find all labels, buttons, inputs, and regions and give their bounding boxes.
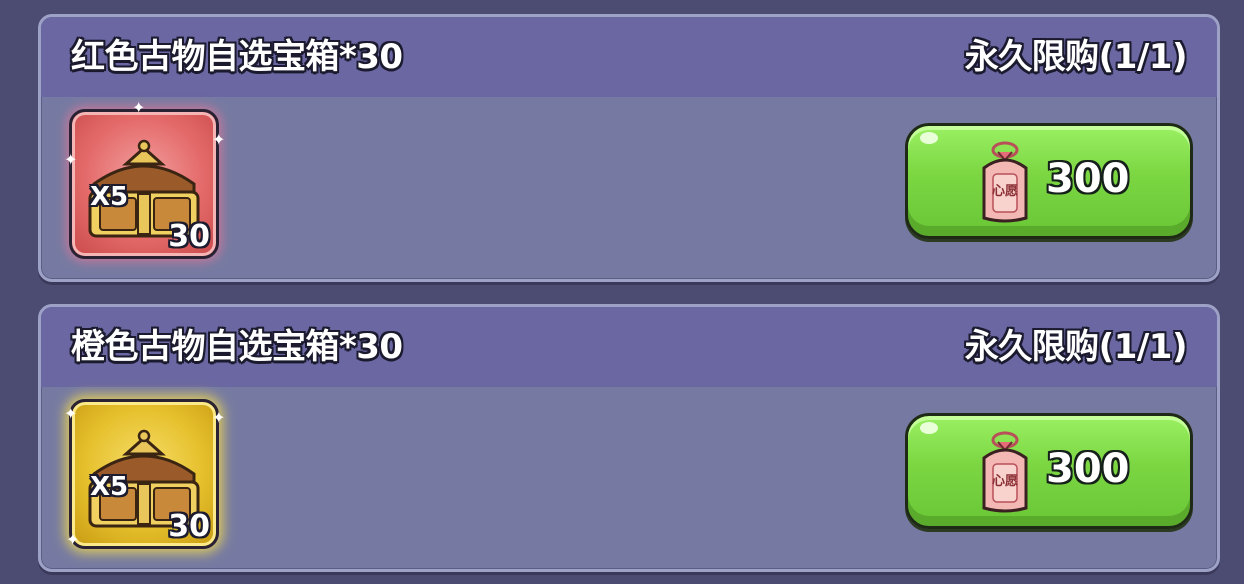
item-quantity: 30 [168, 509, 210, 544]
item-icon-frame[interactable]: ✦ ✦ ✦ X5 30 [64, 399, 225, 549]
price-label: 300 [1046, 446, 1130, 492]
sparkle-icon: ✦ [212, 130, 226, 149]
item-icon-frame[interactable]: ✦ ✦ ✦ X5 30 [64, 100, 225, 259]
buy-button[interactable]: 心愿 300 [905, 123, 1193, 239]
purchase-limit: 永久限购(1/1) [964, 327, 1188, 367]
wish-token-icon [982, 431, 1028, 513]
item-title: 橙色古物自选宝箱*30 [71, 327, 403, 367]
purchase-limit: 永久限购(1/1) [964, 37, 1188, 77]
multiplier-badge: X5 [90, 472, 129, 502]
sparkle-icon: ✦ [132, 98, 146, 117]
wish-token-label: 心愿 [991, 474, 1018, 489]
buy-button[interactable]: 心愿 300 [905, 413, 1193, 529]
card-header: 红色古物自选宝箱*30 永久限购(1/1) [41, 17, 1217, 97]
card-header: 橙色古物自选宝箱*30 永久限购(1/1) [41, 307, 1217, 387]
wish-token-icon [982, 141, 1028, 223]
multiplier-badge: X5 [90, 182, 129, 212]
sparkle-icon: ✦ [64, 150, 78, 169]
item-title: 红色古物自选宝箱*30 [71, 37, 403, 77]
wish-token-label: 心愿 [991, 184, 1018, 199]
sparkle-icon: ✦ [64, 404, 78, 423]
sparkle-icon: ✦ [66, 530, 80, 549]
price-label: 300 [1046, 156, 1130, 202]
shop-item-card: 红色古物自选宝箱*30 永久限购(1/1) ✦ ✦ ✦ X5 30 心愿 300 [38, 14, 1220, 282]
shop-item-card: 橙色古物自选宝箱*30 永久限购(1/1) ✦ ✦ ✦ X5 30 心愿 300 [38, 304, 1220, 572]
sparkle-icon: ✦ [212, 408, 226, 427]
item-quantity: 30 [168, 219, 210, 254]
